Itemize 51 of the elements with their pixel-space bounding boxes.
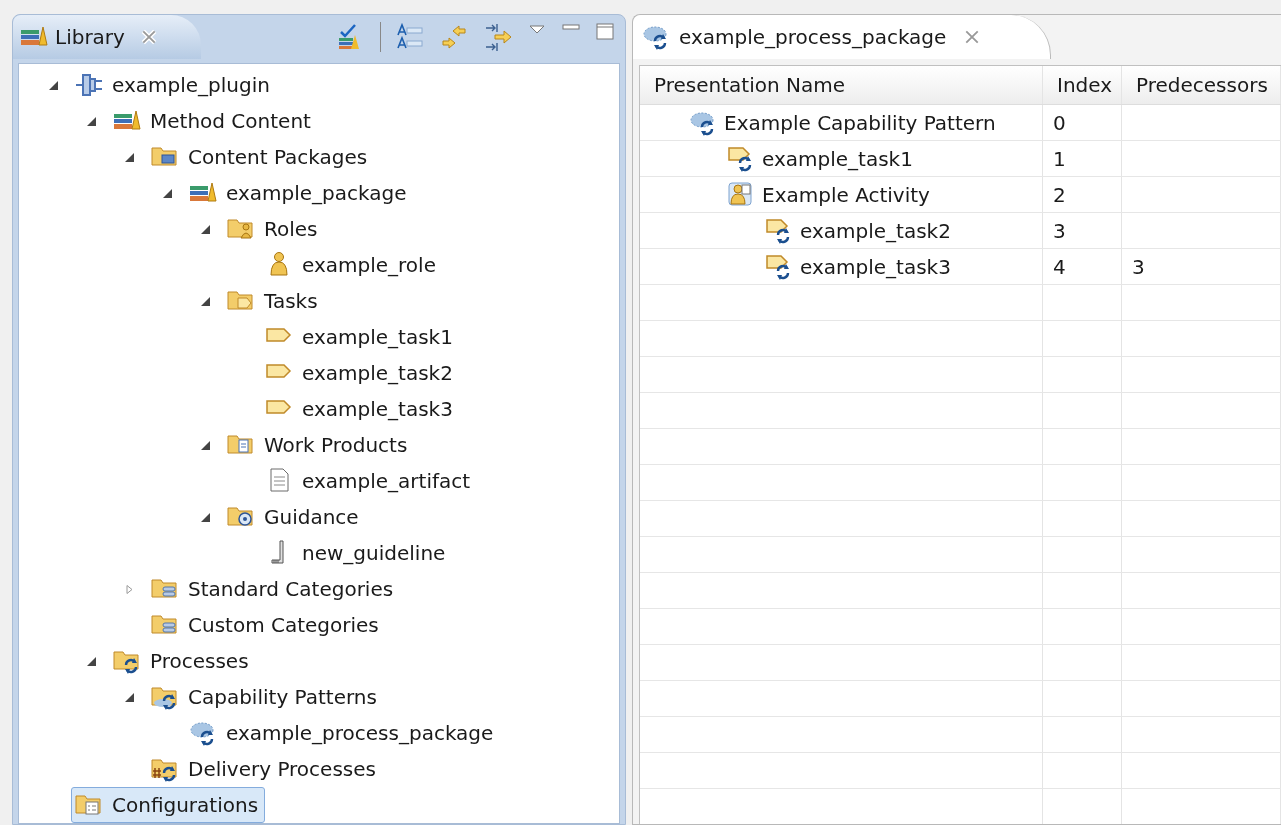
collapse-toggle[interactable] — [201, 296, 210, 306]
tree-item[interactable]: Configurations — [71, 787, 266, 823]
view-tab[interactable]: Library — [13, 15, 201, 59]
collapse-toggle[interactable] — [87, 116, 96, 126]
collapse-toggle[interactable] — [87, 656, 96, 666]
collapse-toggle[interactable] — [125, 152, 134, 162]
tree-item[interactable]: Processes — [109, 643, 256, 679]
table-cell: 2 — [1053, 182, 1066, 207]
tree-item[interactable]: Content Packages — [147, 139, 375, 175]
close-icon[interactable] — [964, 29, 981, 45]
tree-item[interactable]: Method Content — [109, 103, 318, 139]
table-cell[interactable]: Example Capability Pattern — [688, 107, 996, 138]
table-cell[interactable]: example_task1 — [726, 143, 913, 174]
tree-item[interactable]: Roles — [223, 211, 325, 247]
table-cell: 4 — [1053, 254, 1066, 279]
tree-item[interactable]: new_guideline — [261, 535, 453, 571]
collapse-toggle[interactable] — [125, 692, 134, 702]
tree-item[interactable]: example_artifact — [261, 463, 478, 499]
expand-toggle[interactable] — [125, 584, 134, 594]
column-header[interactable]: Predecessors — [1122, 66, 1281, 104]
tree-item[interactable]: example_plugin — [71, 67, 277, 103]
table-cell[interactable]: example_task2 — [764, 215, 951, 246]
table-cell[interactable]: example_task3 — [764, 251, 951, 282]
collapse-toggle[interactable] — [201, 512, 210, 522]
tree-item[interactable]: example_task2 — [261, 355, 460, 391]
table-cell: 3 — [1053, 218, 1066, 243]
tree-item[interactable]: example_package — [185, 175, 414, 211]
collapse-toggle[interactable] — [201, 224, 210, 234]
merge-arrows-icon[interactable] — [483, 22, 513, 52]
table-cell: 3 — [1132, 254, 1145, 279]
column-header[interactable]: Index — [1043, 66, 1122, 104]
tree-item[interactable]: example_role — [261, 247, 443, 283]
tree-item[interactable]: example_task1 — [261, 319, 460, 355]
collapse-toggle[interactable] — [49, 80, 58, 90]
tree-item[interactable]: Tasks — [223, 283, 325, 319]
column-header[interactable]: Presentation Name — [640, 66, 1043, 104]
tree-item[interactable]: Work Products — [223, 427, 415, 463]
tree-item[interactable]: Guidance — [223, 499, 366, 535]
table-cell[interactable]: Example Activity — [726, 179, 930, 210]
tree-item[interactable]: example_process_package — [185, 715, 501, 751]
editor-tab[interactable]: example_process_package — [633, 15, 1052, 59]
collapse-toggle[interactable] — [201, 440, 210, 450]
tree-item[interactable]: Custom Categories — [147, 607, 386, 643]
tree-item[interactable]: example_task3 — [261, 391, 460, 427]
table-cell: 0 — [1053, 110, 1066, 135]
tree-item[interactable]: Delivery Processes — [147, 751, 383, 787]
tree-item[interactable]: Capability Patterns — [147, 679, 384, 715]
collapse-toggle[interactable] — [163, 188, 172, 198]
tree-item[interactable]: Standard Categories — [147, 571, 401, 607]
close-icon[interactable] — [140, 29, 157, 45]
table-cell: 1 — [1053, 146, 1066, 171]
